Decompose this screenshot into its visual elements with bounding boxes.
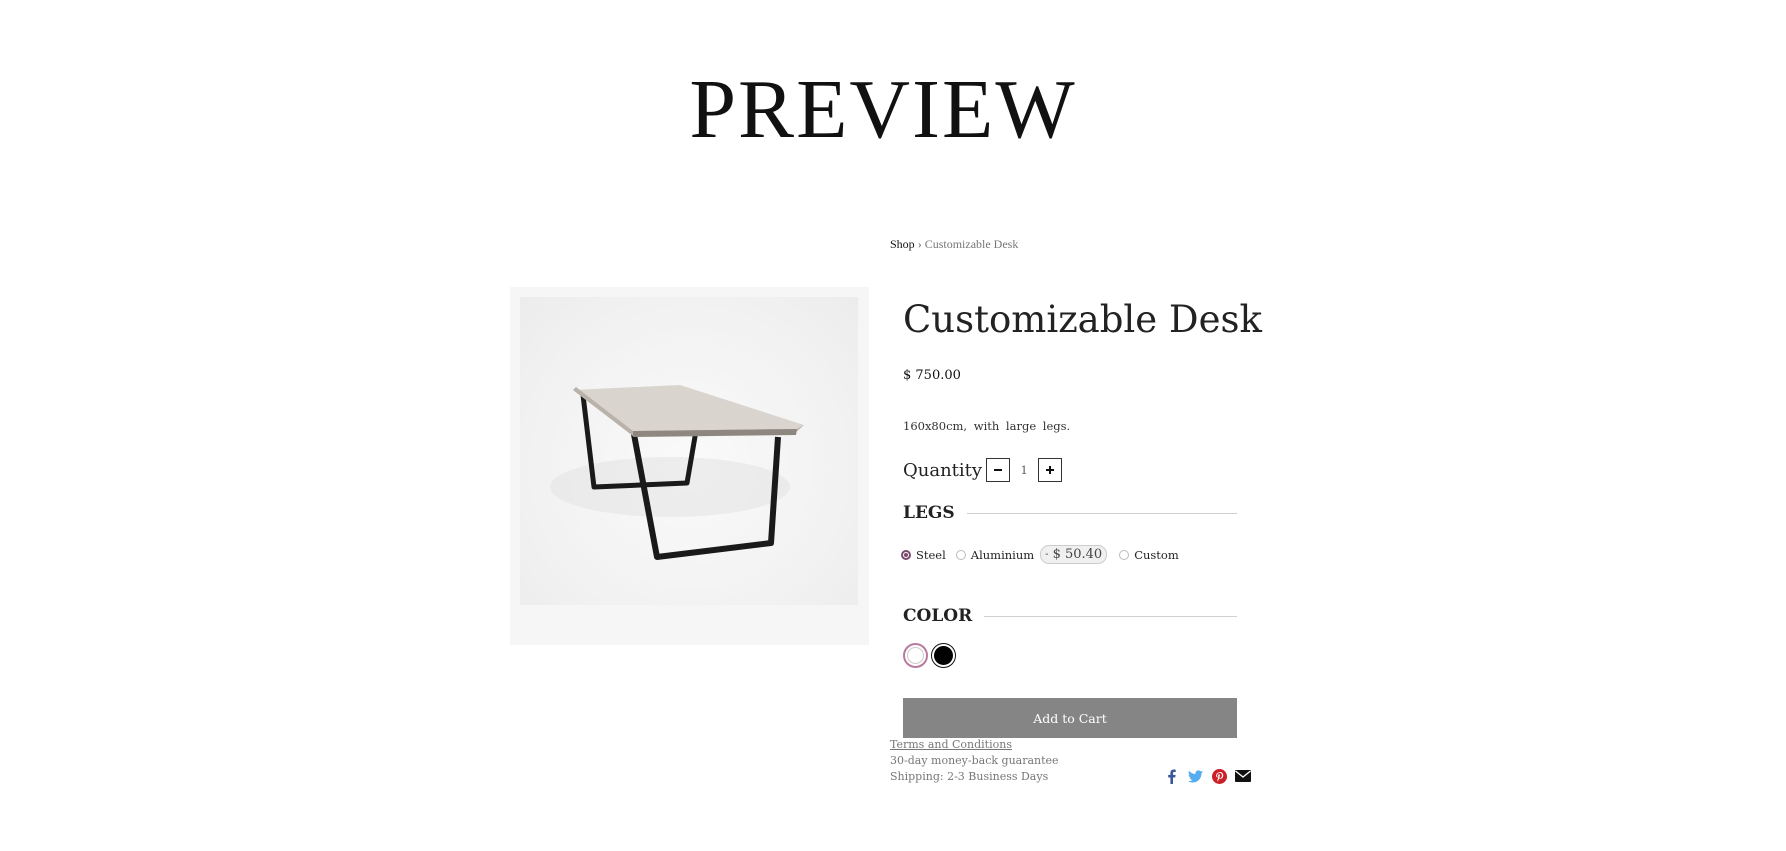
color-swatches xyxy=(903,643,959,668)
swatch-black[interactable] xyxy=(931,643,956,668)
twitter-icon[interactable] xyxy=(1187,768,1203,784)
envelope-icon[interactable] xyxy=(1235,768,1251,784)
quantity-row: Quantity xyxy=(903,458,1063,482)
product-description: 160x80cm, with large legs. xyxy=(903,419,1071,433)
quantity-input[interactable] xyxy=(1012,458,1037,482)
pinterest-icon[interactable] xyxy=(1211,768,1227,784)
breadcrumb-shop-link[interactable]: Shop xyxy=(890,237,915,251)
desk-illustration xyxy=(550,385,804,560)
legs-option-label: Steel xyxy=(916,547,946,562)
radio-steel[interactable] xyxy=(901,549,911,560)
radio-custom[interactable] xyxy=(1119,549,1130,560)
product-name: Customizable Desk xyxy=(903,298,1262,341)
extra-price-value: $ 50.40 xyxy=(1052,547,1103,562)
page-title: PREVIEW xyxy=(689,63,1077,156)
color-section-heading: COLOR xyxy=(903,606,1237,626)
breadcrumb-current: Customizable Desk xyxy=(924,237,1019,251)
extra-price-sign: - xyxy=(1045,549,1049,560)
legs-option-steel[interactable]: Steel xyxy=(901,548,946,562)
product-image xyxy=(510,287,869,645)
legs-divider xyxy=(966,512,1237,514)
breadcrumb-separator-icon: › xyxy=(917,237,922,251)
add-to-cart-button[interactable]: Add to Cart xyxy=(903,698,1237,738)
color-heading-label: COLOR xyxy=(903,606,973,626)
quantity-increase-button[interactable] xyxy=(1038,458,1063,482)
radio-aluminium[interactable] xyxy=(955,549,966,560)
legs-option-aluminium[interactable]: Aluminium xyxy=(955,547,1035,562)
legs-section-heading: LEGS xyxy=(903,503,1237,523)
share-icons xyxy=(1163,768,1259,784)
legs-option-label: Aluminium xyxy=(970,547,1035,562)
swatch-white[interactable] xyxy=(903,643,928,668)
legs-option-custom[interactable]: Custom xyxy=(1119,548,1179,562)
legs-options: Steel Aluminium - $ 50.40 Custom xyxy=(901,545,1189,564)
breadcrumb: Shop › Customizable Desk xyxy=(890,237,1018,252)
guarantee-text: 30-day money-back guarantee xyxy=(890,754,1059,767)
minus-icon xyxy=(994,469,1003,471)
legs-heading-label: LEGS xyxy=(903,503,955,523)
terms-link[interactable]: Terms and Conditions xyxy=(890,738,1012,751)
product-price: $ 750.00 xyxy=(903,368,961,383)
facebook-icon[interactable] xyxy=(1163,768,1179,784)
shipping-text: Shipping: 2-3 Business Days xyxy=(890,770,1049,783)
quantity-decrease-button[interactable] xyxy=(986,458,1011,482)
extra-price-badge: - $ 50.40 xyxy=(1040,545,1108,564)
color-divider xyxy=(984,615,1237,617)
legs-option-label: Custom xyxy=(1134,547,1179,562)
quantity-label: Quantity xyxy=(903,459,983,481)
plus-icon xyxy=(1046,466,1055,474)
